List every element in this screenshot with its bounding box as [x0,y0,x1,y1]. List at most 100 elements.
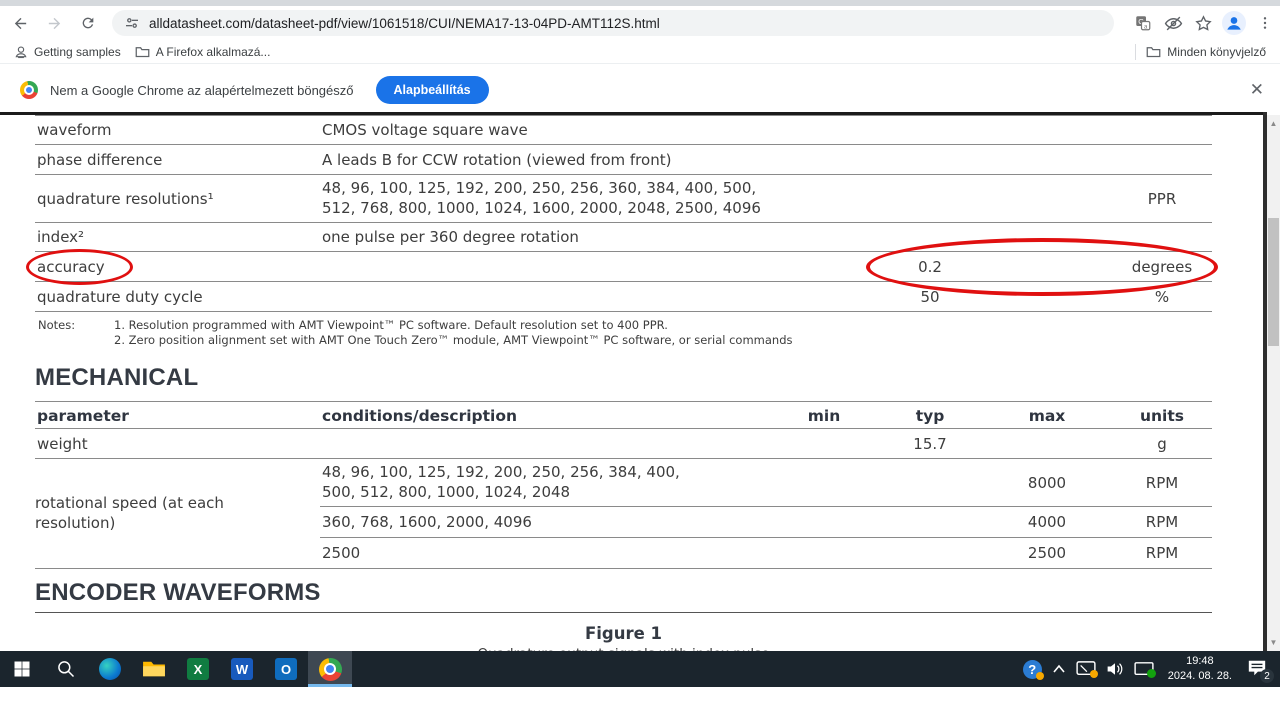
taskbar-chrome-button-active[interactable] [308,651,352,687]
taskbar-edge-button[interactable] [88,651,132,687]
network-tray-icon[interactable] [1134,661,1154,677]
orange-badge [1036,672,1044,680]
clock-date: 2024. 08. 28. [1168,669,1232,684]
help-tray-icon[interactable]: ? [1023,660,1042,679]
param-cell: rotational speed (at each resolution) [35,459,320,568]
show-hidden-icons-chevron[interactable] [1052,664,1066,674]
translate-icon: G a [1134,14,1152,32]
bookmark-star-button[interactable] [1188,9,1218,37]
all-bookmarks-label: Minden könyvjelző [1167,45,1266,59]
search-icon [56,659,76,679]
mechanical-table: parameter conditions/description min typ… [35,401,1212,569]
cond-cell: one pulse per 360 degree rotation [320,224,770,250]
preview-hidden-button[interactable] [1158,9,1188,37]
forward-arrow-icon [46,15,63,32]
rotational-speed-group: rotational speed (at each resolution) 48… [35,459,1212,569]
notes-block: Notes: 1. Resolution programmed with AMT… [38,318,792,348]
screenshot-bottom-padding [0,687,1280,720]
orange-badge [1090,670,1098,678]
param-cell: quadrature resolutions¹ [35,186,320,212]
taskbar-excel-button[interactable]: X [176,651,220,687]
figure-caption: Figure 1 [35,624,1212,643]
file-explorer-icon [142,659,166,679]
table-row: weight 15.7 g [35,429,1212,459]
folder-icon [135,45,150,58]
table-row: phase difference A leads B for CCW rotat… [35,145,1212,175]
taskbar-word-button[interactable]: W [220,651,264,687]
eye-off-icon [1164,14,1183,33]
folder-icon [1146,45,1161,58]
notification-count-badge: 2 [1260,669,1274,683]
chrome-icon [319,658,342,681]
back-button[interactable] [6,9,34,37]
volume-tray-icon[interactable] [1106,661,1124,677]
param-cell: weight [35,431,320,457]
action-center-button[interactable]: 2 [1246,658,1270,680]
bookmark-label: Getting samples [34,45,121,59]
table-header-row: parameter conditions/description min typ… [35,402,1212,429]
param-cell: phase difference [35,147,320,173]
encoder-waveforms-heading: ENCODER WAVEFORMS [35,579,321,607]
pdf-page: waveform CMOS voltage square wave phase … [0,115,1263,651]
infobar-close-icon[interactable]: ✕ [1250,80,1264,100]
windows-logo-icon [13,660,31,678]
pen-display-tray-icon[interactable] [1076,661,1096,677]
speaker-icon [1106,661,1124,677]
vertical-scrollbar[interactable]: ▲ ▼ [1267,115,1280,651]
red-circle-annotation-accuracy [26,249,133,285]
site-settings-tune-icon [124,15,140,31]
word-icon: W [231,658,253,680]
param-cell: index² [35,224,320,250]
cond-cell [320,293,770,301]
notes-label: Notes: [38,318,114,348]
forward-button[interactable] [40,9,68,37]
param-cell: quadrature duty cycle [35,284,320,310]
scrollbar-thumb[interactable] [1268,218,1279,346]
notes-text: 1. Resolution programmed with AMT Viewpo… [114,318,792,348]
taskbar-clock[interactable]: 19:48 2024. 08. 28. [1168,654,1232,684]
address-bar[interactable]: alldatasheet.com/datasheet-pdf/view/1061… [112,10,1114,36]
cond-cell: A leads B for CCW rotation (viewed from … [320,147,770,173]
set-default-button[interactable]: Alapbeállítás [376,76,489,104]
clock-time: 19:48 [1168,654,1232,669]
cond-cell: 48, 96, 100, 125, 192, 200, 250, 256, 36… [320,175,770,223]
search-button[interactable] [44,651,88,687]
table-subrow: 2500 2500 RPM [320,538,1212,568]
chevron-up-icon [1052,664,1066,674]
url-text[interactable]: alldatasheet.com/datasheet-pdf/view/1061… [149,16,660,31]
person-bust-icon [14,45,28,59]
profile-avatar[interactable] [1222,11,1246,35]
browser-menu-button[interactable] [1250,9,1280,37]
default-browser-infobar: Nem a Google Chrome az alapértelmezett b… [0,68,1280,112]
green-badge [1147,669,1156,678]
reload-button[interactable] [74,9,102,37]
bookmarks-bar: Getting samples A Firefox alkalmazá... M… [0,40,1280,64]
bookmark-getting-samples[interactable]: Getting samples [14,45,121,59]
cond-cell: CMOS voltage square wave [320,117,770,143]
system-tray: ? 19 [1023,654,1280,684]
scroll-up-arrow[interactable]: ▲ [1267,117,1280,130]
table-subrow: 48, 96, 100, 125, 192, 200, 250, 256, 38… [320,459,1212,507]
table-row: waveform CMOS voltage square wave [35,116,1212,145]
reload-icon [80,15,96,31]
edge-icon [99,658,121,680]
param-cell: waveform [35,117,320,143]
browser-toolbar: alldatasheet.com/datasheet-pdf/view/1061… [0,6,1280,40]
outlook-icon: O [275,658,297,680]
start-button[interactable] [0,651,44,687]
kebab-menu-icon [1257,15,1273,31]
all-bookmarks-button[interactable]: Minden könyvjelző [1146,45,1266,59]
taskbar-file-explorer-button[interactable] [132,651,176,687]
taskbar-outlook-button[interactable]: O [264,651,308,687]
infobar-message: Nem a Google Chrome az alapértelmezett b… [50,83,354,98]
bookmark-folder-firefox[interactable]: A Firefox alkalmazá... [135,45,271,59]
back-arrow-icon [12,15,29,32]
mechanical-heading: MECHANICAL [35,364,198,392]
heading-underline [35,612,1212,613]
star-icon [1194,14,1213,33]
scroll-down-arrow[interactable]: ▼ [1267,636,1280,649]
bookmark-label: A Firefox alkalmazá... [156,45,271,59]
windows-taskbar: X W O ? [0,651,1280,687]
table-row: quadrature resolutions¹ 48, 96, 100, 125… [35,175,1212,223]
translate-button[interactable]: G a [1128,9,1158,37]
